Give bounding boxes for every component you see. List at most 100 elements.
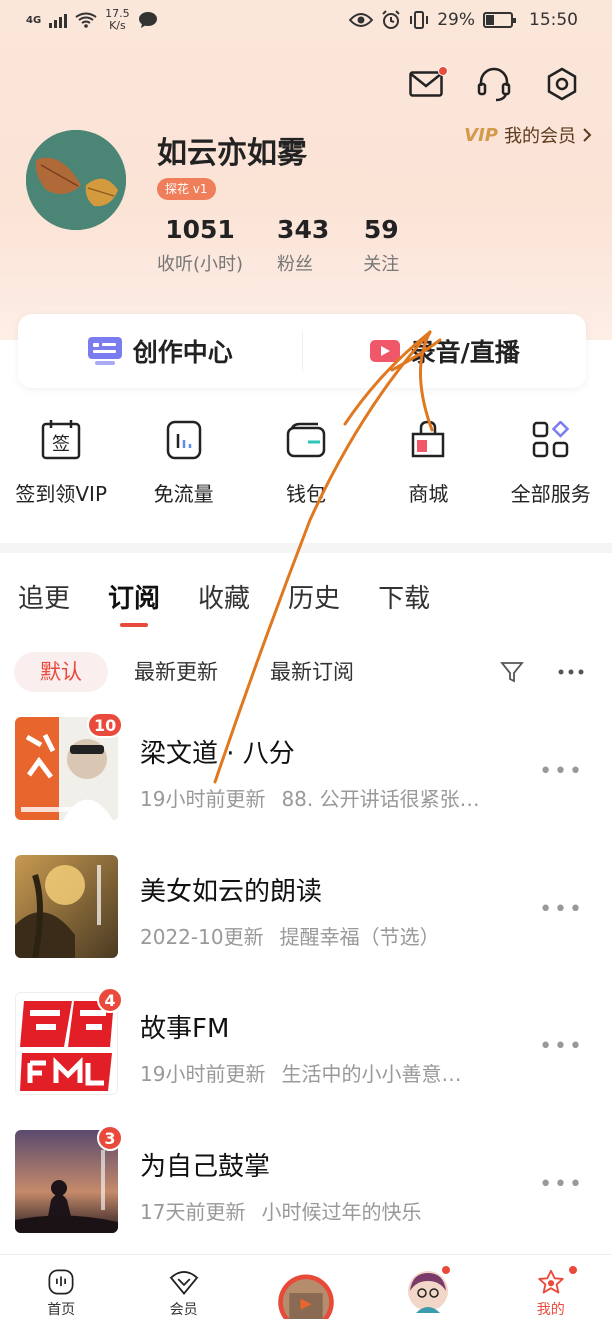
filter-latest-subscribe[interactable]: 最新订阅: [244, 652, 380, 692]
mail-icon[interactable]: [406, 64, 448, 104]
tab-favorites[interactable]: 收藏: [198, 578, 250, 615]
eye-icon: [349, 13, 374, 27]
vibrate-icon: [410, 11, 429, 29]
clock-time: 15:50: [529, 10, 578, 30]
level-badge[interactable]: 探花 v1: [157, 178, 216, 200]
mall-icon: [406, 418, 450, 462]
wallet-icon: [284, 418, 328, 462]
record-live-button[interactable]: 录音/直播: [303, 333, 587, 369]
service-data-free[interactable]: 免流量: [122, 418, 244, 507]
service-label: 全部服务: [510, 482, 591, 506]
nav-home[interactable]: 首页: [0, 1255, 122, 1319]
more-icon[interactable]: •••: [539, 1034, 584, 1059]
settings-hex-icon[interactable]: [542, 64, 582, 104]
unread-badge: 10: [87, 712, 124, 738]
service-label: 免流量: [153, 482, 214, 506]
stat-listen-hours[interactable]: 1051 收听(小时): [157, 215, 243, 276]
service-label: 商城: [408, 482, 449, 506]
avatar[interactable]: [26, 130, 126, 230]
stat-label: 收听(小时): [157, 254, 244, 275]
stat-label: 关注: [363, 254, 400, 275]
service-wallet[interactable]: 钱包: [245, 418, 367, 507]
home-icon: [48, 1269, 74, 1295]
notification-dot: [438, 66, 448, 76]
checkin-icon: 签: [39, 418, 83, 462]
library-tabs: 追更 订阅 收藏 历史 下载: [18, 578, 430, 627]
unread-badge: 3: [97, 1124, 123, 1151]
service-checkin[interactable]: 签 签到领VIP: [0, 418, 122, 507]
now-playing-disc-icon: [278, 1274, 334, 1319]
record-video-icon: [369, 340, 400, 362]
album-title: 梁文道 · 八分: [140, 739, 295, 769]
create-center-label: 创作中心: [132, 338, 233, 367]
list-item[interactable]: 3 为自己鼓掌 17天前更新 小时候过年的快乐 •••: [0, 1124, 612, 1266]
filter-funnel-icon[interactable]: [500, 660, 524, 684]
nav-member[interactable]: 会员: [122, 1255, 244, 1319]
character-avatar-icon: [408, 1271, 449, 1313]
more-icon[interactable]: •••: [539, 897, 584, 922]
mine-star-icon: [538, 1269, 564, 1294]
list-item[interactable]: 4 故事FM 19小时前更新 生活中的小小善意… •••: [0, 987, 612, 1128]
album-update-info: 17天前更新 小时候过年的快乐: [140, 1199, 422, 1224]
member-diamond-icon: [169, 1270, 198, 1295]
service-mall[interactable]: 商城: [367, 418, 489, 507]
album-update-info: 19小时前更新 88. 公开讲话很紧张…: [140, 787, 480, 811]
nav-player[interactable]: [245, 1255, 367, 1319]
vip-logo: VIP: [464, 124, 498, 146]
username: 如云亦如雾: [157, 136, 307, 171]
more-icon[interactable]: •••: [539, 1172, 584, 1197]
list-item[interactable]: 美女如云的朗读 2022-10更新 提醒幸福（节选） •••: [0, 853, 612, 991]
chevron-right-icon: [583, 128, 592, 142]
data-free-icon: [162, 418, 206, 462]
more-icon[interactable]: •••: [539, 759, 584, 784]
section-divider: [0, 543, 612, 553]
notification-dot: [567, 1265, 578, 1275]
nav-social[interactable]: [367, 1255, 489, 1319]
more-icon[interactable]: [558, 669, 584, 675]
nav-label: 我的: [536, 1302, 565, 1318]
create-center-button[interactable]: 创作中心: [18, 333, 302, 369]
creation-card: 创作中心 录音/直播: [18, 314, 586, 388]
album-title: 为自己鼓掌: [140, 1151, 271, 1182]
album-title: 故事FM: [140, 1014, 230, 1044]
stat-following[interactable]: 59 关注: [363, 215, 399, 276]
record-live-label: 录音/直播: [410, 338, 520, 367]
album-update-info: 19小时前更新 生活中的小小善意…: [140, 1062, 462, 1086]
all-services-icon: [529, 418, 573, 462]
tab-downloads[interactable]: 下载: [378, 578, 430, 615]
tab-history[interactable]: 历史: [288, 578, 340, 615]
profile-stats: 1051 收听(小时) 343 粉丝 59 关注: [157, 215, 433, 276]
album-title: 美女如云的朗读: [140, 876, 323, 907]
nav-label: 首页: [47, 1302, 76, 1318]
header-actions: [406, 64, 582, 104]
filter-latest-update[interactable]: 最新更新: [108, 652, 244, 692]
signal-icon: [49, 12, 68, 28]
svg-text:签: 签: [52, 434, 70, 455]
sort-filters: 默认 最新更新 最新订阅: [14, 650, 598, 694]
bottom-navigation: 首页 会员 我的: [0, 1254, 612, 1319]
tab-following-updates[interactable]: 追更: [18, 578, 70, 615]
unread-badge: 4: [97, 987, 123, 1013]
create-center-icon: [87, 337, 122, 365]
battery-percent: 29%: [437, 10, 475, 30]
album-cover: [15, 854, 118, 958]
service-label: 签到领VIP: [15, 482, 108, 506]
list-item[interactable]: 10 梁文道 · 八分 19小时前更新 88. 公开讲话很紧张… •••: [0, 712, 612, 853]
headset-icon[interactable]: [474, 64, 514, 104]
tab-subscriptions[interactable]: 订阅: [108, 578, 160, 627]
wifi-icon: [75, 12, 97, 28]
album-update-info: 2022-10更新 提醒幸福（节选）: [140, 924, 440, 949]
network-speed: 17.5 K/s: [105, 7, 130, 32]
stat-fans[interactable]: 343 粉丝: [277, 215, 329, 276]
vip-label: 我的会员: [504, 126, 576, 147]
my-membership-link[interactable]: VIP 我的会员: [464, 122, 592, 148]
battery-icon: [483, 12, 516, 28]
stat-label: 粉丝: [277, 254, 314, 275]
filter-default[interactable]: 默认: [14, 652, 108, 692]
stat-value: 343: [277, 215, 330, 244]
service-all[interactable]: 全部服务: [490, 418, 612, 507]
chat-bubble-icon: [138, 12, 157, 28]
service-grid: 签 签到领VIP 免流量 钱包 商城 全部服务: [0, 418, 612, 507]
nav-mine[interactable]: 我的: [490, 1255, 612, 1319]
subscription-list: 10 梁文道 · 八分 19小时前更新 88. 公开讲话很紧张… ••• 美女如云…: [0, 712, 612, 1266]
